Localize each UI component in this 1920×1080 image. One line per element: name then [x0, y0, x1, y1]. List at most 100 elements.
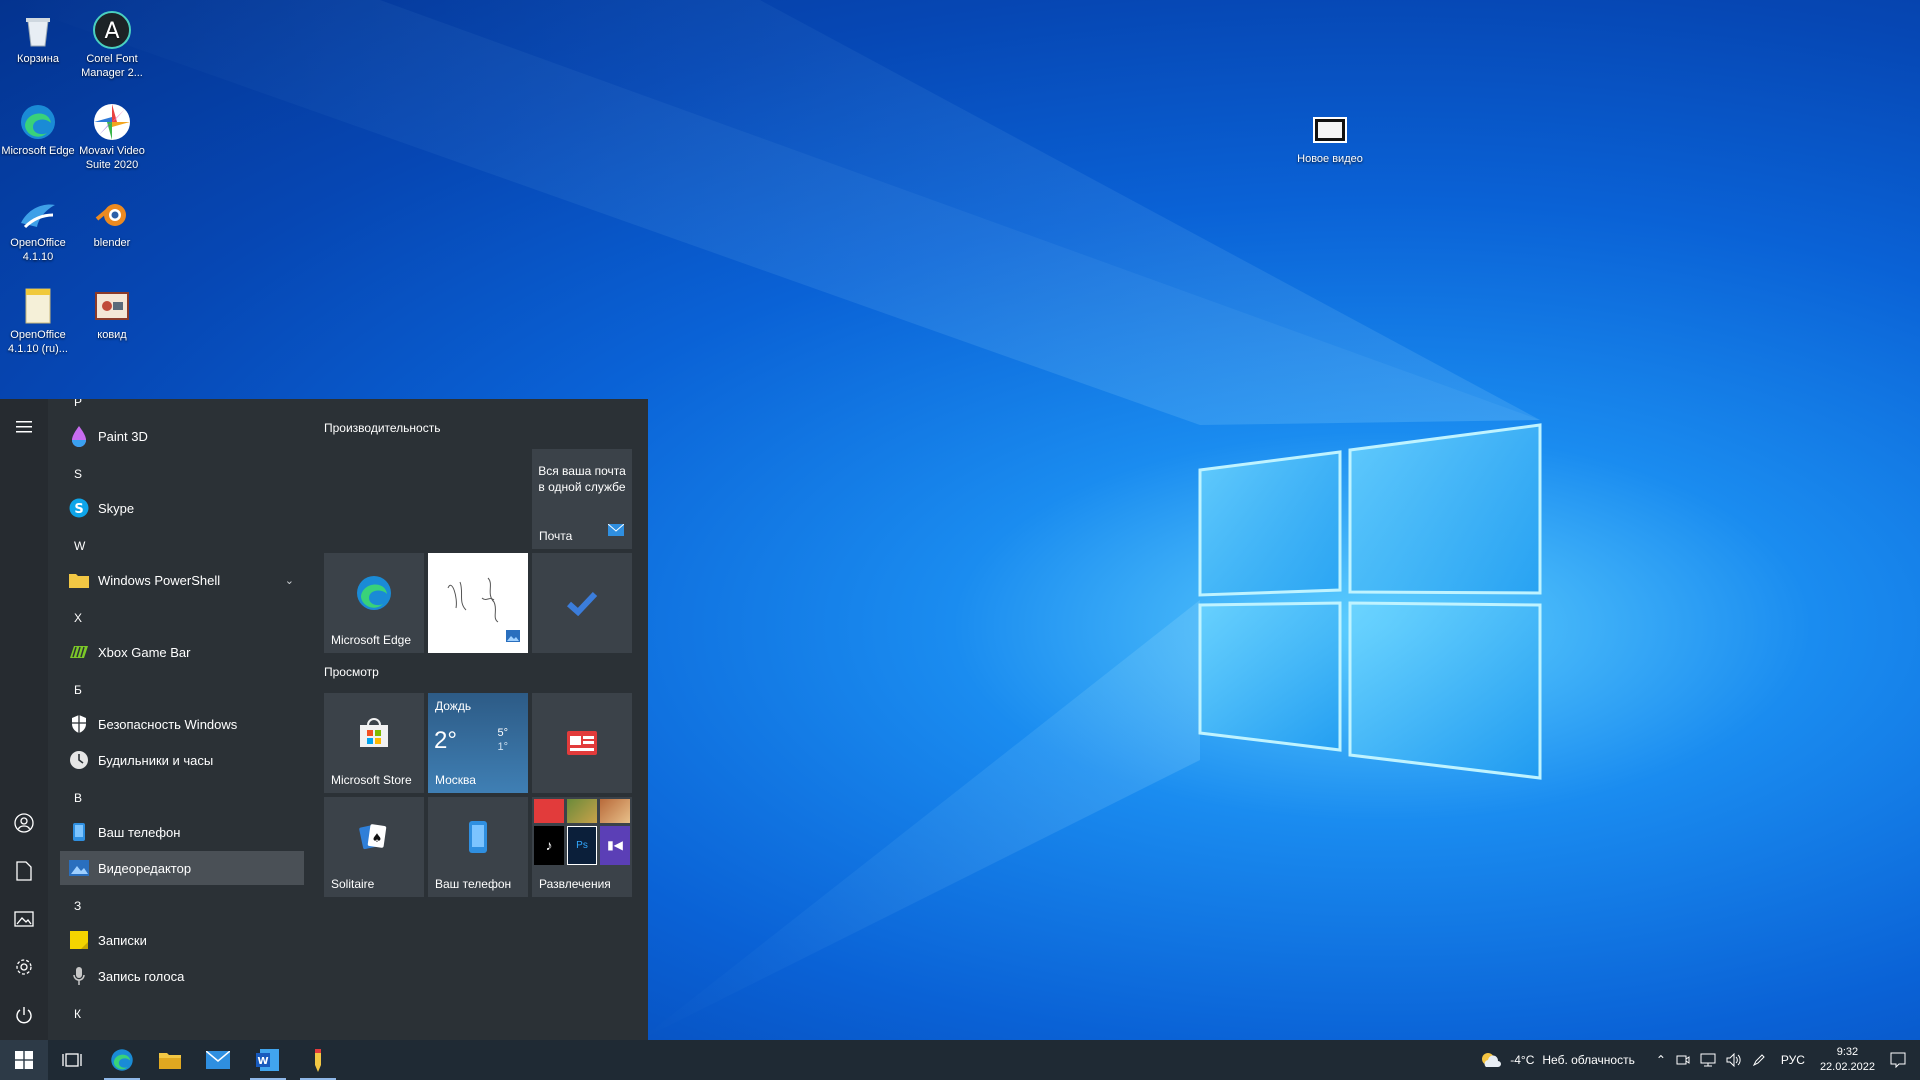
video-editor-icon [68, 857, 90, 879]
desktop-icon-recycle-bin[interactable]: Корзина [0, 8, 76, 66]
tile-weather[interactable]: Дождь 2° 5° 1° Москва [428, 693, 528, 793]
game-icon [567, 799, 597, 823]
weather-widget[interactable]: -4°C Неб. облачность [1480, 1051, 1635, 1069]
task-view-button[interactable] [48, 1040, 96, 1080]
tile-photos[interactable] [428, 553, 528, 653]
notification-icon[interactable] [1890, 1052, 1906, 1068]
svg-text:W: W [257, 1056, 268, 1067]
letter-header[interactable]: Б [74, 683, 82, 697]
power-button[interactable] [0, 995, 48, 1035]
game-icon [600, 799, 630, 823]
taskbar-mail[interactable] [194, 1040, 242, 1080]
letter-header[interactable]: X [74, 611, 82, 625]
desktop-icon-microsoft-edge[interactable]: Microsoft Edge [0, 100, 76, 158]
pictures-button[interactable] [0, 899, 48, 939]
windows-logo-icon [15, 1051, 33, 1069]
tile-your-phone[interactable]: Ваш телефон [428, 797, 528, 897]
chevron-up-icon[interactable]: ⌃ [1656, 1053, 1666, 1067]
app-windows-security[interactable]: Безопасность Windows [60, 707, 304, 741]
user-icon [14, 813, 34, 833]
letter-header[interactable]: P [74, 399, 82, 409]
tile-microsoft-store[interactable]: Microsoft Store [324, 693, 424, 793]
weather-condition: Дождь [435, 699, 472, 713]
volume-icon[interactable] [1726, 1053, 1742, 1067]
pencil-icon [315, 1049, 321, 1072]
power-icon [16, 1007, 32, 1024]
app-paint-3d[interactable]: Paint 3D [60, 419, 304, 453]
desktop-icon-openoffice[interactable]: OpenOffice 4.1.10 [0, 192, 76, 264]
phone-icon [68, 821, 90, 843]
weather-temperature: -4°C [1510, 1053, 1535, 1067]
taskbar-paint[interactable] [294, 1040, 342, 1080]
mail-icon [206, 1051, 230, 1069]
input-language[interactable]: РУС [1781, 1053, 1805, 1067]
group-title-productivity[interactable]: Производительность [324, 421, 440, 435]
app-alarms-clock[interactable]: Будильники и часы [60, 743, 304, 777]
entertainment-app-grid: ♪ Ps ▮◀ [534, 799, 630, 865]
group-title-view[interactable]: Просмотр [324, 665, 379, 679]
partly-cloudy-icon [1482, 1053, 1502, 1067]
weather-temp: 2° [434, 727, 457, 754]
app-label: Записки [98, 932, 147, 948]
app-sticky-notes[interactable]: Записки [60, 923, 304, 957]
dolby-icon: ▮◀ [600, 825, 630, 865]
sketch-thumbnail [428, 553, 528, 633]
app-xbox-game-bar[interactable]: Xbox Game Bar [60, 635, 304, 669]
corel-font-icon: A [92, 10, 132, 50]
phone-icon [428, 797, 528, 877]
desktop-icon-openoffice-ru[interactable]: OpenOffice 4.1.10 (ru)... [0, 284, 76, 356]
video-file-icon [92, 286, 132, 326]
app-label: Skype [98, 500, 135, 516]
mail-tile-text: Вся ваша почта в одной службе [538, 464, 626, 494]
taskbar-file-explorer[interactable] [146, 1040, 194, 1080]
app-skype[interactable]: S Skype [60, 491, 304, 525]
tile-mail[interactable]: Вся ваша почта в одной службе Почта [532, 449, 632, 549]
tile-entertainment[interactable]: ♪ Ps ▮◀ Развлечения [532, 797, 632, 897]
checkmark-icon [532, 553, 632, 653]
store-icon [324, 693, 424, 773]
edge-icon [18, 102, 58, 142]
start-button[interactable] [0, 1040, 48, 1080]
desktop-icon-movavi[interactable]: Movavi Video Suite 2020 [74, 100, 150, 172]
skype-icon: S [68, 497, 90, 519]
tile-microsoft-edge[interactable]: Microsoft Edge [324, 553, 424, 653]
network-icon[interactable] [1700, 1053, 1716, 1067]
letter-header[interactable]: В [74, 791, 82, 805]
desktop-icon-corel-font-manager[interactable]: A Corel Font Manager 2... [74, 8, 150, 80]
pen-icon[interactable] [1752, 1053, 1766, 1067]
picture-icon [14, 911, 34, 927]
app-voice-recorder[interactable]: Запись голоса [60, 959, 304, 993]
desktop-icon-kovid[interactable]: ковид [74, 284, 150, 342]
letter-header[interactable]: К [74, 1007, 81, 1021]
start-menu: P Paint 3D S S Skype W Windows PowerShel… [0, 399, 648, 1040]
taskbar-edge[interactable] [98, 1040, 146, 1080]
clock[interactable]: 9:32 22.02.2022 [1820, 1045, 1875, 1075]
chevron-down-icon[interactable]: ⌄ [285, 574, 294, 587]
desktop-icon-blender[interactable]: blender [74, 192, 150, 250]
clock-time: 9:32 [1836, 1046, 1859, 1058]
start-rail [0, 399, 48, 1040]
edge-icon [324, 553, 424, 633]
tile-todo[interactable] [532, 553, 632, 653]
desktop-icon-new-video[interactable]: Новое видео [1290, 108, 1370, 166]
app-video-editor[interactable]: Видеоредактор [60, 851, 304, 885]
movavi-icon [92, 102, 132, 142]
documents-button[interactable] [0, 851, 48, 891]
photos-icon [506, 629, 520, 647]
settings-button[interactable] [0, 947, 48, 987]
tile-solitaire[interactable]: ♠ Solitaire [324, 797, 424, 897]
app-label: Windows PowerShell [98, 572, 221, 588]
app-your-phone[interactable]: Ваш телефон [60, 815, 304, 849]
tile-news[interactable] [532, 693, 632, 793]
app-label: Запись голоса [98, 968, 185, 984]
meet-now-icon[interactable] [1676, 1053, 1690, 1067]
expand-menu-button[interactable] [0, 407, 48, 447]
app-label: Будильники и часы [98, 752, 214, 768]
taskbar-word[interactable]: W [244, 1040, 292, 1080]
paint-3d-icon [68, 425, 90, 447]
letter-header[interactable]: W [74, 539, 85, 553]
app-windows-powershell[interactable]: Windows PowerShell ⌄ [60, 563, 304, 597]
user-account-button[interactable] [0, 803, 48, 843]
letter-header[interactable]: S [74, 467, 82, 481]
letter-header[interactable]: З [74, 899, 81, 913]
